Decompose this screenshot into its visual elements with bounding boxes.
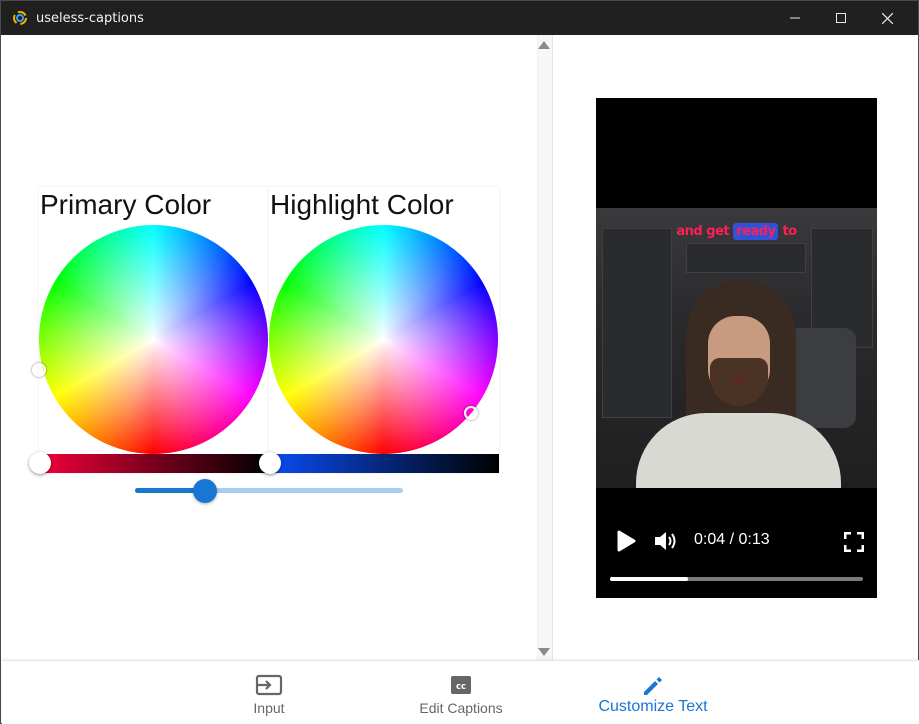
person-shirt xyxy=(636,413,841,488)
background-shelf xyxy=(602,228,672,418)
text-size-slider[interactable] xyxy=(135,479,403,503)
nav-edit-captions[interactable]: cc Edit Captions xyxy=(381,661,541,724)
minimize-button[interactable] xyxy=(772,1,818,35)
primary-color-picker: Primary Color xyxy=(29,187,269,474)
primary-brightness-handle[interactable] xyxy=(29,452,51,474)
closed-caption-icon: cc xyxy=(451,676,471,694)
highlight-color-picker: Highlight Color xyxy=(259,187,499,474)
settings-pane: Primary Color Highlight Color xyxy=(2,35,552,660)
highlight-brightness-bar[interactable] xyxy=(269,454,499,473)
highlight-brightness-handle[interactable] xyxy=(259,452,281,474)
app-logo-icon xyxy=(13,11,27,25)
video-preview[interactable]: and get ready to 0:04 / 0:13 xyxy=(596,98,877,598)
highlight-color-title: Highlight Color xyxy=(270,189,454,220)
video-frame: and get ready to xyxy=(596,208,877,488)
maximize-button[interactable] xyxy=(818,1,864,35)
nav-input[interactable]: Input xyxy=(189,661,349,724)
nav-customize-text-label: Customize Text xyxy=(598,698,708,715)
primary-wheel-handle[interactable] xyxy=(32,363,46,377)
title-bar: useless-captions xyxy=(1,1,918,35)
caption-text: to xyxy=(778,224,797,239)
volume-icon[interactable] xyxy=(653,529,679,553)
nav-customize-text[interactable]: Customize Text xyxy=(573,661,733,724)
video-time: 0:04 / 0:13 xyxy=(694,531,770,548)
slider-handle[interactable] xyxy=(192,479,217,503)
play-icon[interactable] xyxy=(613,529,637,553)
vertical-scrollbar[interactable] xyxy=(537,35,552,660)
input-icon xyxy=(255,674,283,696)
primary-color-title: Primary Color xyxy=(40,189,212,220)
fullscreen-icon[interactable] xyxy=(844,532,864,552)
svg-text:cc: cc xyxy=(456,682,466,692)
scroll-down-arrow-icon[interactable] xyxy=(538,648,550,656)
highlight-wheel-handle[interactable] xyxy=(464,406,478,420)
video-progress-fill xyxy=(610,577,689,581)
maximize-icon xyxy=(836,13,846,23)
pencil-icon xyxy=(644,677,662,695)
caption-preview: and get ready to xyxy=(596,223,877,240)
app-window: useless-captions Primary Color Highlight… xyxy=(0,0,919,724)
caption-highlighted-word: ready xyxy=(733,223,779,240)
nav-edit-captions-label: Edit Captions xyxy=(419,700,503,716)
pane-divider xyxy=(552,35,553,660)
background-shelf xyxy=(686,243,806,273)
highlight-color-wheel[interactable] xyxy=(269,225,498,454)
window-title: useless-captions xyxy=(36,11,144,26)
primary-brightness-bar[interactable] xyxy=(39,454,269,473)
minimize-icon xyxy=(790,17,800,19)
bottom-navigation: Input cc Edit Captions Customize Text xyxy=(2,660,919,724)
close-button[interactable] xyxy=(864,1,910,35)
scroll-up-arrow-icon[interactable] xyxy=(538,41,550,49)
close-icon xyxy=(881,12,893,24)
primary-color-wheel[interactable] xyxy=(39,225,268,454)
nav-input-label: Input xyxy=(253,700,285,716)
person-mouth xyxy=(732,376,746,383)
caption-text: and get xyxy=(676,224,734,239)
